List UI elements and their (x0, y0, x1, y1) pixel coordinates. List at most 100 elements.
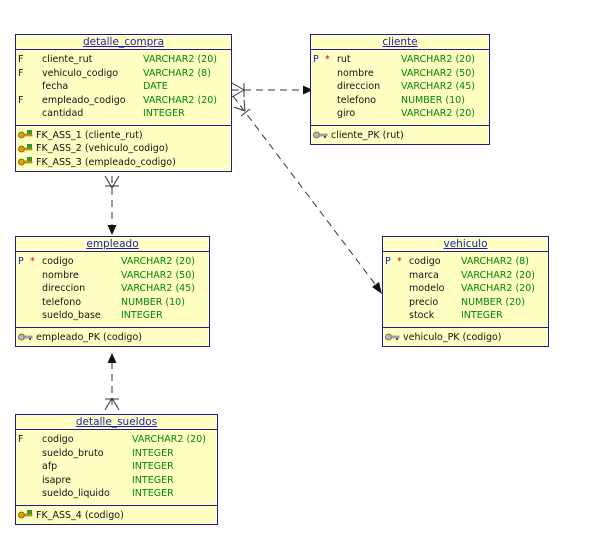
foreign-key-icon (18, 157, 33, 166)
column-row[interactable]: telefono NUMBER (10) (16, 297, 209, 311)
column-row[interactable]: P * codigo VARCHAR2 (8) (383, 256, 548, 270)
column-type: INTEGER (121, 310, 163, 321)
column-row[interactable]: cantidad INTEGER (16, 108, 231, 122)
column-name: giro (337, 108, 356, 119)
column-type: INTEGER (143, 108, 185, 119)
column-type: VARCHAR2 (20) (461, 269, 535, 281)
column-name: marca (409, 269, 439, 281)
column-name: cantidad (42, 108, 84, 119)
column-row[interactable]: isapre INTEGER (16, 475, 217, 489)
column-type: INTEGER (461, 310, 503, 321)
key-label: FK_ASS_2 (vehiculo_codigo) (36, 143, 169, 154)
foreign-key-icon (18, 510, 33, 519)
entity-detalle-sueldos[interactable]: detalle_sueldos Fcodigo VARCHAR2 (20) sue… (15, 414, 218, 525)
key-list: vehiculo_PK (codigo) (383, 328, 548, 347)
column-row[interactable]: sueldo_bruto INTEGER (16, 448, 217, 462)
column-name: sueldo_bruto (42, 447, 104, 459)
column-name: telefono (42, 296, 82, 308)
key-row[interactable]: FK_ASS_4 (codigo) (18, 509, 217, 523)
entity-title: cliente (311, 35, 489, 50)
column-type: VARCHAR2 (20) (143, 94, 217, 106)
key-label: vehiculo_PK (codigo) (403, 331, 502, 343)
entity-cliente[interactable]: cliente P * rut VARCHAR2 (20) nombre VARCHAR… (310, 34, 490, 145)
relationship-detalle-compra-cliente[interactable] (231, 82, 313, 98)
key-list: FK_ASS_4 (codigo) (16, 506, 217, 525)
key-row[interactable]: vehiculo_PK (codigo) (385, 331, 548, 345)
key-label: FK_ASS_4 (codigo) (36, 509, 124, 521)
key-label: FK_ASS_1 (cliente_rut) (36, 129, 143, 141)
column-row[interactable]: Fempleado_codigo VARCHAR2 (20) (16, 95, 231, 109)
column-row[interactable]: Fcodigo VARCHAR2 (20) (16, 434, 217, 448)
column-row[interactable]: fecha DATE (16, 81, 231, 95)
relationship-detalle-compra-empleado[interactable] (104, 175, 120, 235)
column-name: vehiculo_codigo (42, 67, 119, 79)
column-type: INTEGER (132, 461, 174, 472)
column-row[interactable]: precio NUMBER (20) (383, 297, 548, 311)
column-type: VARCHAR2 (45) (401, 81, 475, 92)
column-row[interactable]: Fcliente_rut VARCHAR2 (20) (16, 54, 231, 68)
column-type: NUMBER (10) (121, 296, 185, 308)
foreign-key-icon (18, 130, 33, 139)
key-row[interactable]: FK_ASS_3 (empleado_codigo) (18, 156, 231, 170)
entity-title: vehiculo (383, 237, 548, 252)
column-type: VARCHAR2 (50) (121, 269, 195, 281)
column-row[interactable]: sueldo_base INTEGER (16, 310, 209, 324)
column-name: sueldo_base (42, 310, 101, 321)
column-name: codigo (409, 256, 441, 267)
key-row[interactable]: FK_ASS_1 (cliente_rut) (18, 129, 231, 143)
column-flag: P (18, 256, 24, 267)
column-type: VARCHAR2 (45) (121, 283, 195, 294)
column-row[interactable]: stock INTEGER (383, 310, 548, 324)
column-row[interactable]: giro VARCHAR2 (20) (311, 108, 489, 122)
column-row[interactable]: nombre VARCHAR2 (50) (311, 68, 489, 82)
mandatory-marker: * (30, 256, 35, 267)
column-name: direccion (337, 81, 381, 92)
key-row[interactable]: cliente_PK (rut) (313, 129, 489, 143)
key-label: FK_ASS_3 (empleado_codigo) (36, 156, 176, 168)
key-row[interactable]: empleado_PK (codigo) (18, 331, 209, 345)
column-flag: F (18, 67, 24, 79)
column-flag: P (313, 54, 319, 65)
relationship-detalle-sueldos-empleado[interactable] (104, 353, 120, 411)
column-name: cliente_rut (42, 54, 93, 65)
column-type: NUMBER (20) (461, 296, 525, 308)
column-name: rut (337, 54, 351, 65)
column-row[interactable]: direccion VARCHAR2 (45) (311, 81, 489, 95)
column-row[interactable]: direccion VARCHAR2 (45) (16, 283, 209, 297)
column-row[interactable]: P * rut VARCHAR2 (20) (311, 54, 489, 68)
column-row[interactable]: marca VARCHAR2 (20) (383, 270, 548, 284)
entity-title: empleado (16, 237, 209, 252)
key-list: FK_ASS_1 (cliente_rut) FK_ASS_2 (vehicul… (16, 126, 231, 172)
column-list: Fcliente_rut VARCHAR2 (20) Fvehiculo_codi… (16, 50, 231, 126)
column-row[interactable]: modelo VARCHAR2 (20) (383, 283, 548, 297)
column-type: VARCHAR2 (8) (143, 67, 211, 79)
entity-title: detalle_sueldos (16, 415, 217, 430)
column-type: VARCHAR2 (8) (461, 256, 529, 267)
primary-key-icon (385, 333, 400, 341)
entity-vehiculo[interactable]: vehiculo P * codigo VARCHAR2 (8) marca VARCH… (382, 236, 549, 347)
key-label: empleado_PK (codigo) (36, 331, 142, 343)
column-row[interactable]: sueldo_liquido INTEGER (16, 488, 217, 502)
column-flag: F (18, 94, 24, 106)
column-type: INTEGER (132, 488, 174, 499)
column-row[interactable]: telefono NUMBER (10) (311, 95, 489, 109)
column-row[interactable]: afp INTEGER (16, 461, 217, 475)
column-type: DATE (143, 81, 168, 92)
entity-detalle-compra[interactable]: detalle_compra Fcliente_rut VARCHAR2 (20)… (15, 34, 232, 172)
column-name: modelo (409, 283, 445, 294)
column-row[interactable]: Fvehiculo_codigo VARCHAR2 (8) (16, 68, 231, 82)
mandatory-marker: * (397, 256, 402, 267)
entity-title: detalle_compra (16, 35, 231, 50)
column-name: stock (409, 310, 435, 321)
column-flag: F (18, 54, 24, 65)
column-list: P * rut VARCHAR2 (20) nombre VARCHAR2 (50) d… (311, 50, 489, 126)
column-type: NUMBER (10) (401, 94, 465, 106)
column-name: fecha (42, 81, 69, 92)
key-row[interactable]: FK_ASS_2 (vehiculo_codigo) (18, 142, 231, 156)
column-type: INTEGER (132, 474, 174, 486)
primary-key-icon (18, 333, 33, 341)
column-name: afp (42, 461, 58, 472)
entity-empleado[interactable]: empleado P * codigo VARCHAR2 (20) nombre VAR… (15, 236, 210, 347)
column-row[interactable]: nombre VARCHAR2 (50) (16, 270, 209, 284)
column-row[interactable]: P * codigo VARCHAR2 (20) (16, 256, 209, 270)
